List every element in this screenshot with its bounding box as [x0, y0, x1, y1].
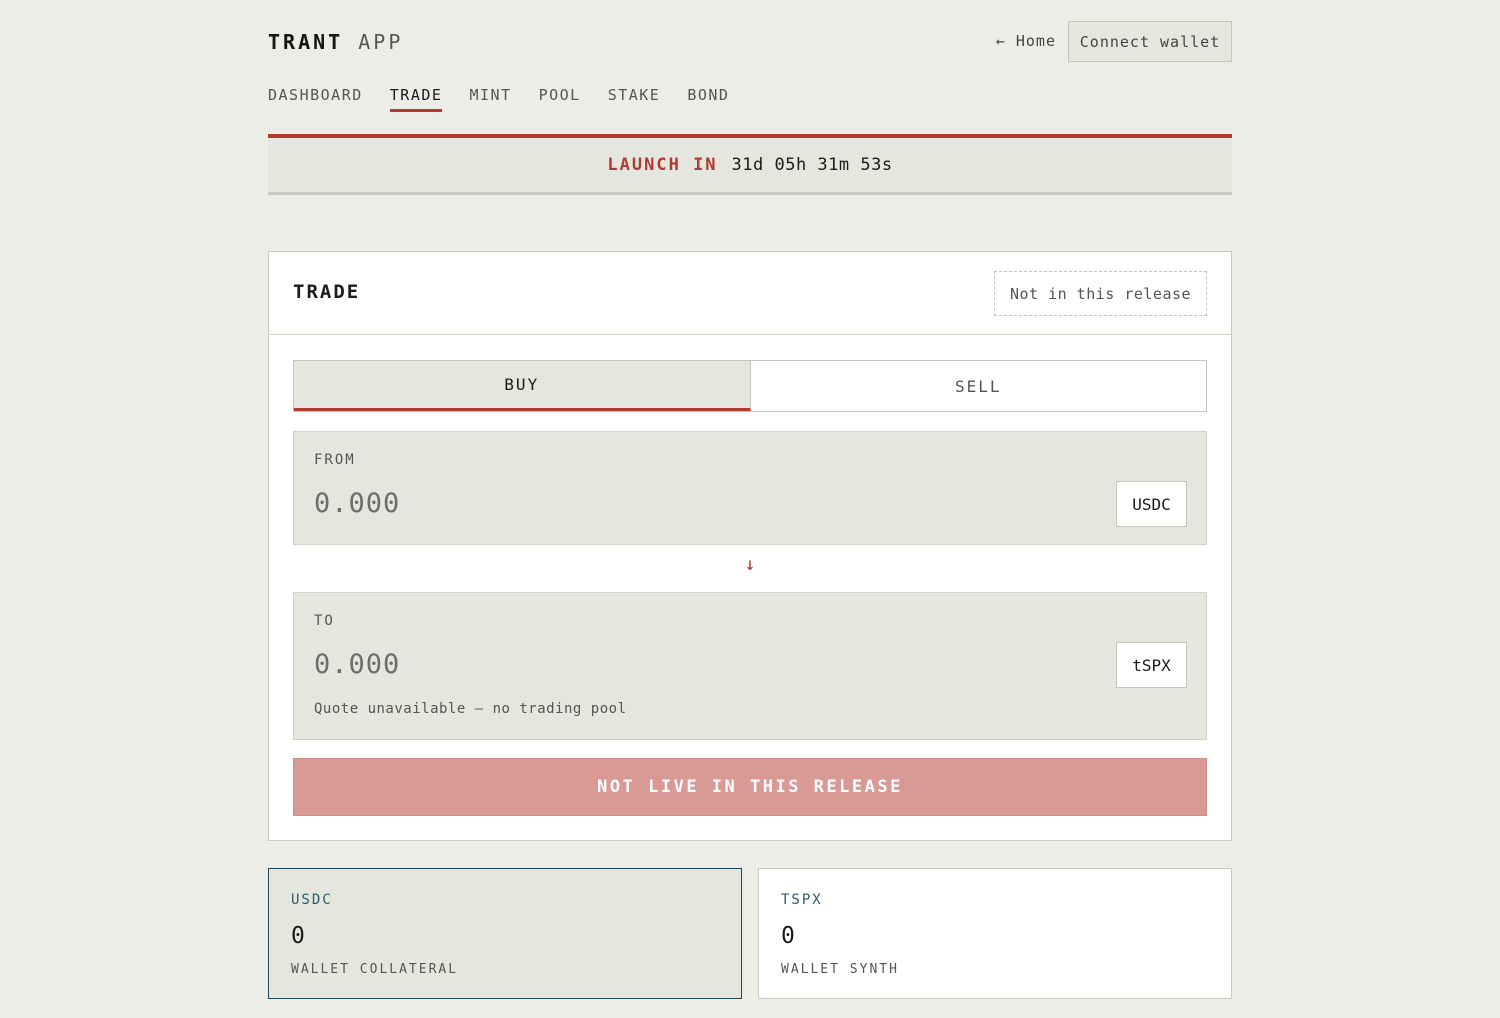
- arrow-down-icon: ↓: [744, 554, 756, 575]
- nav-trade[interactable]: TRADE: [389, 86, 443, 112]
- main-nav: DASHBOARD TRADE MINT POOL STAKE BOND: [268, 86, 756, 112]
- launch-countdown: 31d 05h 31m 53s: [731, 155, 893, 175]
- trade-card-header: TRADE Not in this release: [269, 252, 1231, 335]
- balance-tile-tspx[interactable]: TSPX 0 WALLET SYNTH: [758, 868, 1232, 999]
- nav-mint[interactable]: MINT: [469, 86, 511, 112]
- to-token-button[interactable]: tSPX: [1116, 642, 1187, 688]
- launch-label: LAUNCH IN: [607, 155, 718, 175]
- from-token-button[interactable]: USDC: [1116, 481, 1187, 527]
- tile-caption: WALLET SYNTH: [781, 962, 899, 977]
- nav-bond[interactable]: BOND: [687, 86, 729, 112]
- to-amount-input[interactable]: 0.000: [314, 649, 400, 680]
- to-field: TO 0.000 tSPX Quote unavailable — no tra…: [293, 592, 1207, 740]
- from-amount-input[interactable]: 0.000: [314, 488, 400, 519]
- nav-stake[interactable]: STAKE: [608, 86, 661, 112]
- from-field: FROM 0.000 USDC: [293, 431, 1207, 545]
- release-tag: Not in this release: [994, 271, 1207, 316]
- balance-tile-usdc[interactable]: USDC 0 WALLET COLLATERAL: [268, 868, 742, 999]
- nav-dashboard[interactable]: DASHBOARD: [268, 86, 363, 112]
- tile-value: 0: [291, 923, 305, 949]
- tile-symbol: USDC: [291, 892, 333, 908]
- launch-banner: LAUNCH IN 31d 05h 31m 53s: [268, 134, 1232, 195]
- tab-buy[interactable]: BUY: [294, 361, 751, 411]
- trade-title: TRADE: [293, 281, 361, 303]
- quote-note: Quote unavailable — no trading pool: [314, 701, 627, 717]
- brand-logo[interactable]: TRANT APP: [268, 30, 403, 54]
- trade-tabs: BUY SELL: [293, 360, 1207, 412]
- brand-secondary: APP: [358, 30, 404, 54]
- tile-value: 0: [781, 923, 795, 949]
- tab-sell[interactable]: SELL: [750, 361, 1206, 411]
- nav-pool[interactable]: POOL: [539, 86, 581, 112]
- to-label: TO: [314, 613, 335, 629]
- trade-submit-button[interactable]: NOT LIVE IN THIS RELEASE: [293, 758, 1207, 816]
- tile-caption: WALLET COLLATERAL: [291, 962, 459, 977]
- brand-primary: TRANT: [268, 30, 344, 54]
- trade-card: TRADE Not in this release BUY SELL FROM …: [268, 251, 1232, 841]
- tile-symbol: TSPX: [781, 892, 823, 908]
- from-label: FROM: [314, 452, 356, 468]
- home-link[interactable]: ← Home: [996, 32, 1056, 50]
- connect-wallet-button[interactable]: Connect wallet: [1068, 21, 1232, 62]
